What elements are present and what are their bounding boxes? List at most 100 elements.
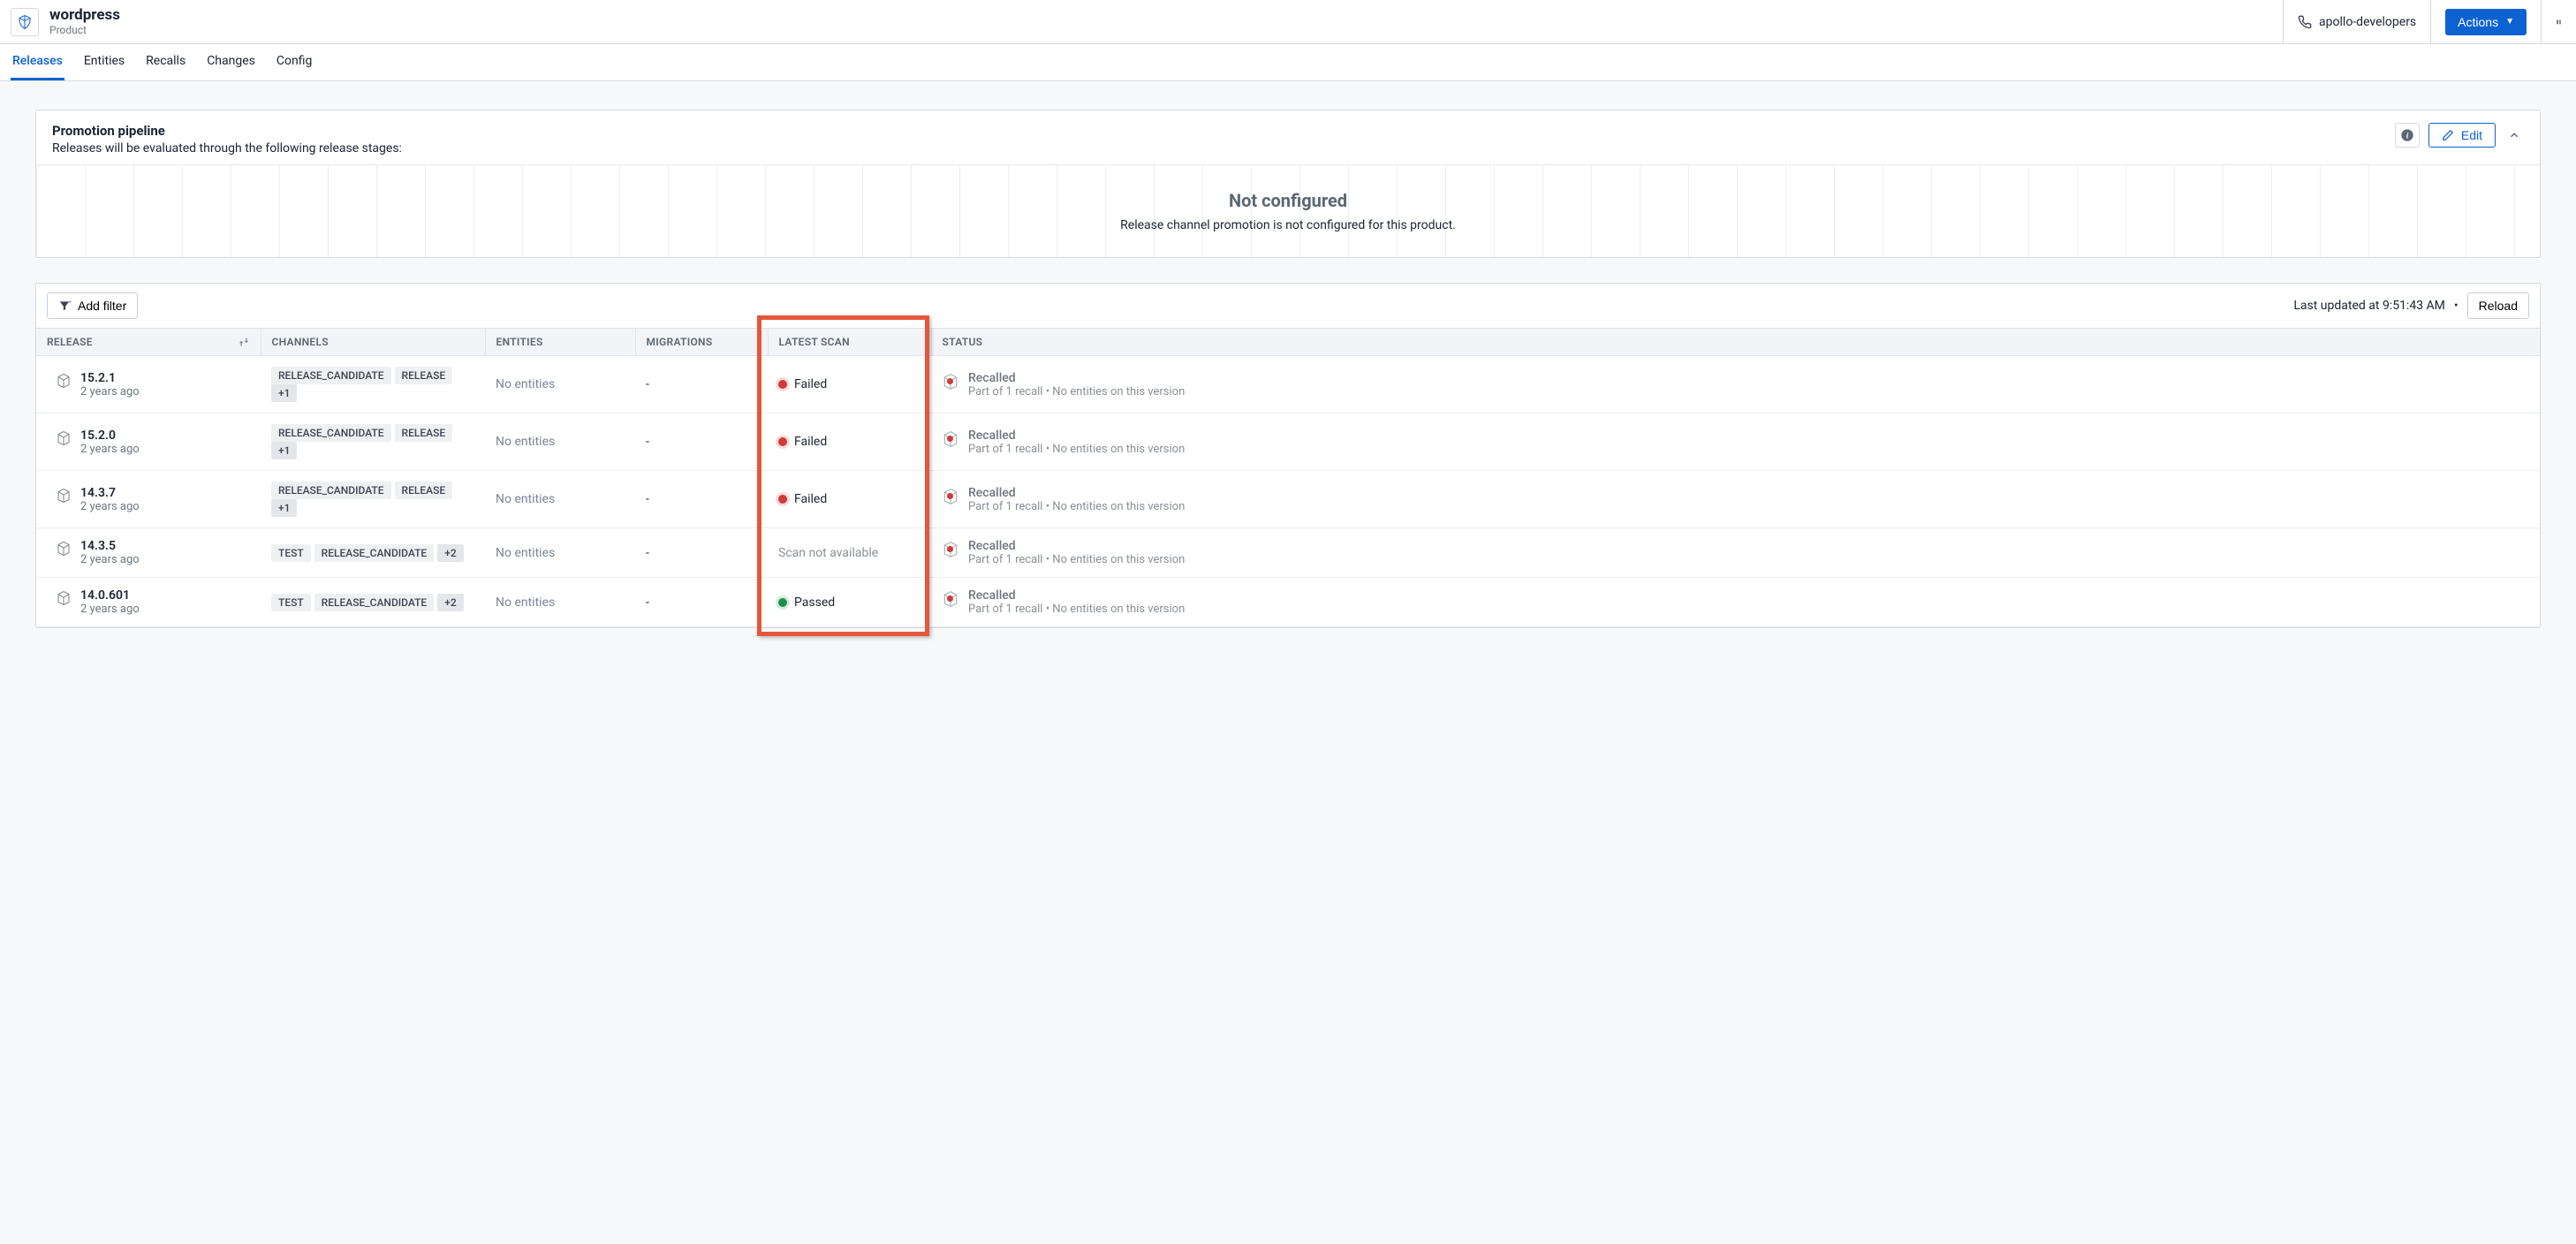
status-title: Recalled	[968, 371, 1185, 385]
recalled-icon	[942, 590, 959, 608]
status-title: Recalled	[968, 429, 1185, 443]
col-header-latest-scan[interactable]: LATEST SCAN	[768, 329, 931, 356]
collapse-button[interactable]	[2504, 125, 2524, 145]
col-header-release[interactable]: RELEASE	[36, 329, 261, 356]
scan-status-dot	[778, 380, 787, 389]
recalled-icon	[942, 541, 959, 558]
status-subtitle: Part of 1 recall • No entities on this v…	[968, 553, 1185, 566]
table-row[interactable]: 14.3.5 2 years ago TESTRELEASE_CANDIDATE…	[36, 528, 2540, 578]
channel-more-badge[interactable]: +2	[437, 544, 463, 562]
channel-badge: RELEASE	[395, 367, 453, 384]
release-age: 2 years ago	[80, 500, 140, 513]
page-content: Promotion pipeline Releases will be eval…	[0, 81, 2576, 656]
pipeline-header: Promotion pipeline Releases will be eval…	[36, 110, 2540, 164]
tab-label: Changes	[207, 54, 255, 68]
pipeline-body: Not configured Release channel promotion…	[36, 164, 2540, 257]
table-row[interactable]: 15.2.0 2 years ago RELEASE_CANDIDATERELE…	[36, 413, 2540, 471]
channel-more-badge[interactable]: +1	[271, 442, 297, 459]
entities-text: No entities	[496, 546, 555, 560]
product-icon	[11, 8, 39, 36]
release-age: 2 years ago	[80, 603, 140, 616]
add-filter-button[interactable]: + Add filter	[47, 292, 138, 319]
table-toolbar: + Add filter Last updated at 9:51:43 AM …	[36, 284, 2540, 328]
phone-icon	[2298, 15, 2312, 29]
tab-bar: Releases Entities Recalls Changes Config	[0, 44, 2576, 81]
col-header-label: ENTITIES	[496, 336, 543, 348]
channel-badge: RELEASE_CANDIDATE	[271, 424, 391, 442]
status-title: Recalled	[968, 539, 1185, 553]
col-header-migrations[interactable]: MIGRATIONS	[635, 329, 768, 356]
col-header-label: CHANNELS	[272, 336, 329, 348]
entities-text: No entities	[496, 492, 555, 506]
info-icon: i	[2400, 128, 2414, 142]
org-segment[interactable]: apollo-developers	[2283, 0, 2430, 43]
product-subtitle: Product	[49, 24, 120, 36]
release-version: 14.3.5	[80, 539, 140, 553]
migrations-text: -	[646, 595, 649, 610]
col-header-label: LATEST SCAN	[779, 336, 850, 348]
cube-icon	[56, 373, 72, 389]
scan-not-available: Scan not available	[778, 546, 878, 560]
release-version: 15.2.1	[80, 371, 140, 385]
tab-recalls[interactable]: Recalls	[144, 44, 187, 80]
edit-button[interactable]: Edit	[2428, 123, 2496, 148]
pipeline-empty-title: Not configured	[36, 190, 2540, 211]
tab-config[interactable]: Config	[275, 44, 314, 80]
pipeline-empty-desc: Release channel promotion is not configu…	[36, 218, 2540, 232]
sort-icon[interactable]	[238, 336, 250, 348]
recalled-icon	[942, 488, 959, 505]
panel-toggle[interactable]	[2541, 0, 2576, 43]
table-row[interactable]: 14.0.601 2 years ago TESTRELEASE_CANDIDA…	[36, 578, 2540, 627]
migrations-text: -	[646, 492, 649, 506]
pipeline-panel: Promotion pipeline Releases will be eval…	[35, 110, 2541, 258]
release-version: 14.3.7	[80, 486, 140, 500]
col-header-entities[interactable]: ENTITIES	[485, 329, 635, 356]
pencil-icon	[2442, 129, 2454, 141]
status-title: Recalled	[968, 486, 1185, 500]
status-subtitle: Part of 1 recall • No entities on this v…	[968, 500, 1185, 513]
actions-segment: Actions ▼	[2430, 0, 2541, 43]
edit-button-label: Edit	[2461, 128, 2482, 142]
channel-more-badge[interactable]: +2	[437, 594, 463, 611]
scan-status-dot	[778, 598, 787, 607]
top-bar-left: wordpress Product	[0, 7, 120, 36]
channel-badge: RELEASE	[395, 482, 453, 499]
last-updated-text: Last updated at 9:51:43 AM	[2293, 299, 2445, 313]
reload-label: Reload	[2479, 299, 2518, 313]
actions-button[interactable]: Actions ▼	[2445, 9, 2527, 35]
tab-releases[interactable]: Releases	[11, 44, 64, 80]
scan-status-dot	[778, 437, 787, 446]
scan-status-label: Failed	[794, 435, 827, 449]
org-name: apollo-developers	[2319, 15, 2416, 29]
entities-text: No entities	[496, 377, 555, 391]
release-version: 14.0.601	[80, 588, 140, 603]
col-header-channels[interactable]: CHANNELS	[261, 329, 485, 356]
table-row[interactable]: 14.3.7 2 years ago RELEASE_CANDIDATERELE…	[36, 471, 2540, 528]
release-age: 2 years ago	[80, 443, 140, 456]
recalled-icon	[942, 430, 959, 448]
col-header-label: STATUS	[943, 336, 983, 348]
top-bar: wordpress Product apollo-developers Acti…	[0, 0, 2576, 44]
table-row[interactable]: 15.2.1 2 years ago RELEASE_CANDIDATERELE…	[36, 356, 2540, 413]
status-title: Recalled	[968, 588, 1185, 603]
filter-icon: +	[58, 300, 71, 312]
channel-more-badge[interactable]: +1	[271, 499, 297, 517]
col-header-status[interactable]: STATUS	[931, 329, 2540, 356]
channel-badge: RELEASE_CANDIDATE	[314, 594, 435, 611]
actions-button-label: Actions	[2458, 15, 2498, 29]
tab-entities[interactable]: Entities	[82, 44, 126, 80]
pipeline-description: Releases will be evaluated through the f…	[52, 141, 402, 156]
info-button[interactable]: i	[2395, 123, 2420, 148]
entities-text: No entities	[496, 435, 555, 449]
chevron-up-icon	[2508, 129, 2520, 141]
cube-icon	[56, 430, 72, 446]
svg-text:+: +	[69, 300, 71, 306]
tab-changes[interactable]: Changes	[205, 44, 257, 80]
channel-more-badge[interactable]: +1	[271, 384, 297, 402]
entities-text: No entities	[496, 595, 555, 610]
reload-button[interactable]: Reload	[2467, 292, 2529, 319]
release-age: 2 years ago	[80, 553, 140, 566]
cube-icon	[56, 488, 72, 504]
status-subtitle: Part of 1 recall • No entities on this v…	[968, 443, 1185, 456]
scan-status-label: Passed	[794, 595, 835, 610]
